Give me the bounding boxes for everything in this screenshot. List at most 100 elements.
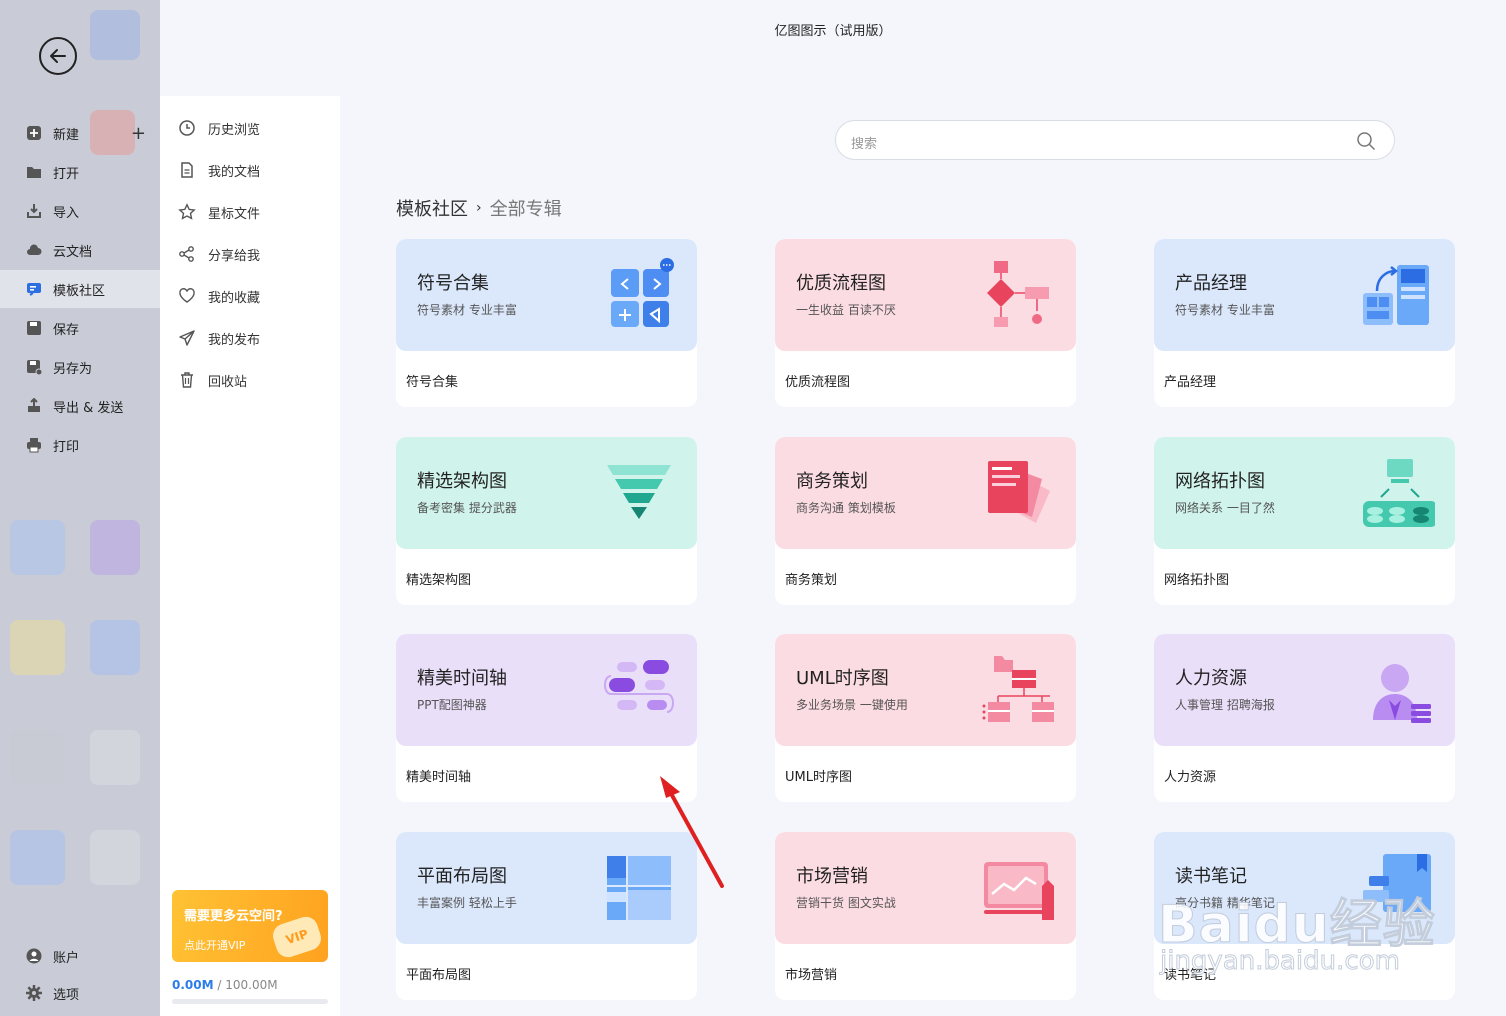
nav-export-send[interactable]: 导出 & 发送	[0, 387, 160, 425]
add-icon[interactable]: +	[131, 123, 146, 144]
secondary-menu: 历史浏览 我的文档 星标文件 分享给我 我的收藏 我的发布 回收站 需要更多云空…	[160, 96, 340, 1016]
card-subtitle: 丰富案例 轻松上手	[417, 896, 517, 910]
blurred-background-icon	[90, 520, 140, 575]
heart-icon	[178, 287, 196, 305]
card-banner: 市场营销 营销干货 图文实战	[775, 832, 1076, 944]
submenu-label: 星标文件	[208, 206, 261, 222]
storage-total: / 100.00M	[213, 978, 278, 992]
card-subtitle: 人事管理 招聘海报	[1175, 698, 1275, 712]
nav-label: 模板社区	[53, 283, 106, 299]
nav-open[interactable]: 打开	[0, 153, 160, 191]
uml-sequence-icon	[982, 656, 1054, 722]
nav-save[interactable]: 保存	[0, 309, 160, 347]
card-banner: 网络拓扑图 网络关系 一目了然	[1154, 437, 1455, 549]
blurred-background-icon	[10, 830, 65, 885]
storage-progress-bar	[172, 999, 328, 1004]
symbol-grid-icon	[611, 258, 674, 327]
card-subtitle: 多业务场景 一键使用	[796, 698, 908, 712]
submenu-shared-with-me[interactable]: 分享给我	[178, 242, 260, 266]
card-subtitle: 网络关系 一目了然	[1175, 501, 1275, 515]
clock-icon	[178, 119, 196, 137]
title-bar: 亿图图示（试用版）	[160, 0, 1506, 96]
vip-promo-banner[interactable]: 需要更多云空间? 点此开通VIP VIP	[172, 890, 328, 962]
card-title: 平面布局图	[417, 866, 507, 887]
nav-save-as[interactable]: 另存为	[0, 348, 160, 386]
nav-account[interactable]: 账户	[0, 937, 160, 975]
card-title: 人力资源	[1175, 668, 1247, 689]
template-card[interactable]: 商务策划 商务沟通 策划模板 商务策划	[775, 437, 1076, 605]
card-subtitle: 一生收益 百读不厌	[796, 303, 896, 317]
card-footer-label: 读书笔记	[1164, 968, 1217, 983]
send-icon	[178, 329, 196, 347]
printer-icon	[26, 437, 42, 453]
storage-usage: 0.00M / 100.00M	[172, 978, 278, 992]
import-icon	[26, 203, 42, 219]
card-footer-label: 商务策划	[785, 573, 838, 588]
blurred-background-icon	[10, 520, 65, 575]
blurred-background-icon	[90, 620, 140, 675]
card-banner: 精选架构图 备考密集 提分武器	[396, 437, 697, 549]
vip-badge-label: VIP	[284, 926, 310, 948]
nav-label: 保存	[53, 322, 80, 338]
app-title: 亿图图示（试用版）	[774, 24, 892, 39]
export-icon	[26, 398, 42, 414]
nav-template-community[interactable]: 模板社区	[0, 270, 160, 308]
chevron-right-icon: ›	[476, 200, 482, 216]
nav-options[interactable]: 选项	[0, 974, 160, 1012]
card-title: 产品经理	[1175, 273, 1247, 294]
card-subtitle: 备考密集 提分武器	[417, 501, 517, 515]
card-banner: 读书笔记 高分书籍 精华笔记	[1154, 832, 1455, 944]
card-footer-label: 产品经理	[1164, 375, 1217, 390]
submenu-favorites[interactable]: 我的收藏	[178, 284, 260, 308]
save-icon	[26, 320, 42, 336]
search-icon[interactable]	[1356, 131, 1376, 151]
card-subtitle: 符号素材 专业丰富	[1175, 303, 1275, 317]
card-banner: 精美时间轴 PPT配图神器	[396, 634, 697, 746]
template-card[interactable]: 产品经理 符号素材 专业丰富 产品经理	[1154, 239, 1455, 407]
card-subtitle: 符号素材 专业丰富	[417, 303, 517, 317]
nav-print[interactable]: 打印	[0, 426, 160, 464]
submenu-starred[interactable]: 星标文件	[178, 200, 260, 224]
nav-new[interactable]: 新建 +	[0, 114, 160, 152]
template-card[interactable]: 网络拓扑图 网络关系 一目了然 网络拓扑图	[1154, 437, 1455, 605]
submenu-label: 我的发布	[208, 332, 261, 348]
submenu-my-publications[interactable]: 我的发布	[178, 326, 260, 350]
vip-cta: 点此开通VIP	[184, 939, 246, 952]
human-resources-icon	[1373, 664, 1431, 723]
flowchart-icon	[987, 261, 1049, 327]
storage-used: 0.00M	[172, 978, 214, 992]
card-title: UML时序图	[796, 668, 889, 689]
nav-label: 打开	[53, 166, 80, 182]
nav-import[interactable]: 导入	[0, 192, 160, 230]
nav-label: 另存为	[53, 361, 93, 377]
breadcrumb-root[interactable]: 模板社区	[396, 195, 468, 221]
card-banner: 优质流程图 一生收益 百读不厌	[775, 239, 1076, 351]
card-title: 精选架构图	[417, 471, 507, 492]
card-title: 优质流程图	[796, 273, 886, 294]
account-icon	[26, 948, 42, 964]
template-card[interactable]: UML时序图 多业务场景 一键使用 UML时序图	[775, 634, 1076, 802]
submenu-history[interactable]: 历史浏览	[178, 116, 260, 140]
template-card[interactable]: 精选架构图 备考密集 提分武器 精选架构图	[396, 437, 697, 605]
annotation-arrow-icon	[660, 776, 724, 888]
template-card[interactable]: 读书笔记 高分书籍 精华笔记 读书笔记	[1154, 832, 1455, 1000]
save-as-icon	[26, 359, 42, 375]
nav-label: 账户	[53, 950, 80, 966]
template-card[interactable]: 符号合集 符号素材 专业丰富 符号合集	[396, 239, 697, 407]
template-card[interactable]: 优质流程图 一生收益 百读不厌 优质流程图	[775, 239, 1076, 407]
nav-cloud[interactable]: 云文档	[0, 231, 160, 269]
search-input[interactable]: 搜索	[835, 120, 1395, 160]
breadcrumb: 模板社区 › 全部专辑	[396, 195, 562, 221]
gear-icon	[26, 985, 42, 1001]
template-card[interactable]: 市场营销 营销干货 图文实战 市场营销	[775, 832, 1076, 1000]
blurred-background-icon	[10, 730, 65, 785]
template-card[interactable]: 人力资源 人事管理 招聘海报 人力资源	[1154, 634, 1455, 802]
funnel-icon	[607, 465, 671, 519]
arrow-left-icon	[50, 49, 66, 63]
submenu-my-documents[interactable]: 我的文档	[178, 158, 260, 182]
submenu-recycle-bin[interactable]: 回收站	[178, 368, 247, 392]
back-button[interactable]	[39, 37, 77, 75]
card-footer-label: 人力资源	[1164, 770, 1217, 785]
nav-label: 新建	[53, 127, 80, 143]
card-banner: 商务策划 商务沟通 策划模板	[775, 437, 1076, 549]
